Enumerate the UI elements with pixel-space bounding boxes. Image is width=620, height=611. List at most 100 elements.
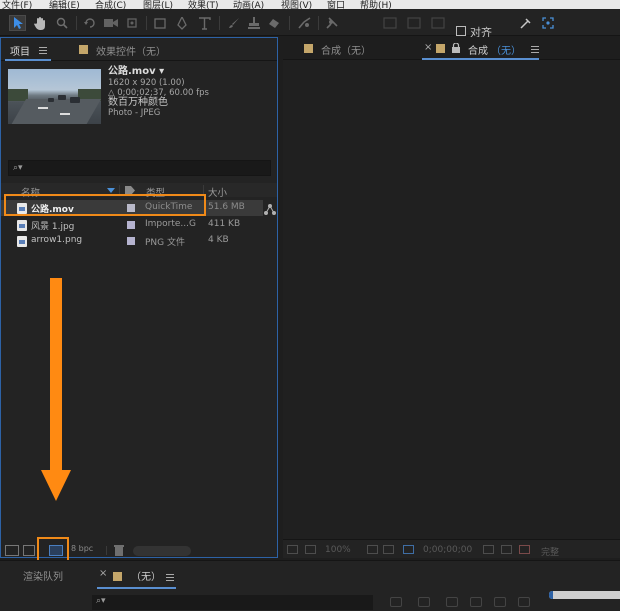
fit-icon[interactable] — [367, 545, 378, 554]
project-panel-tabs: 项目 效果控件（无） — [1, 38, 277, 61]
label-color-swatch[interactable] — [127, 221, 135, 229]
frame-blending-icon[interactable] — [470, 597, 482, 607]
menu-edit[interactable]: 编辑(E) — [49, 0, 80, 9]
align-checkbox[interactable] — [456, 26, 466, 36]
tab-timeline-none[interactable]: （无） — [131, 568, 161, 583]
bit-depth-button[interactable]: 8 bpc — [71, 544, 101, 557]
menu-layer[interactable]: 图层(L) — [143, 0, 173, 9]
rotate-tool-icon[interactable] — [82, 15, 98, 31]
snapping-icon[interactable] — [518, 15, 534, 31]
snapshot-icon[interactable] — [483, 545, 494, 554]
pan-behind-tool-icon[interactable] — [124, 15, 140, 31]
view-axis-mode-icon[interactable] — [428, 15, 448, 31]
menu-file[interactable]: 文件(F) — [2, 0, 32, 9]
graph-editor-icon[interactable] — [518, 597, 530, 607]
toolbar: 对齐 — [0, 9, 620, 39]
toolbar-divider — [318, 16, 319, 30]
project-item-row[interactable]: arrow1.png PNG 文件 4 KB — [1, 233, 263, 249]
selection-tool-icon[interactable] — [9, 15, 26, 31]
composition-panel: 合成（无） × 合成 （无） 100% 0;00;00;00 完整 — [283, 37, 620, 558]
timeline-zoom-slider[interactable] — [549, 591, 620, 599]
item-size: 411 KB — [208, 219, 241, 229]
tab-project[interactable]: 项目 — [10, 43, 30, 58]
item-name: arrow1.png — [31, 235, 83, 245]
new-folder-icon[interactable] — [23, 545, 35, 556]
show-snapshot-icon[interactable] — [501, 545, 512, 554]
item-size: 51.6 MB — [208, 202, 245, 212]
thumbnail-car — [70, 97, 80, 103]
image-file-icon — [17, 220, 27, 231]
world-axis-mode-icon[interactable] — [404, 15, 424, 31]
local-axis-mode-icon[interactable] — [380, 15, 400, 31]
thumbnail-size-slider[interactable] — [133, 546, 191, 556]
bottom-divider — [106, 546, 107, 555]
rectangle-tool-icon[interactable] — [152, 15, 168, 31]
panel-menu-icon[interactable] — [39, 47, 47, 54]
snapping-options-icon[interactable] — [540, 15, 556, 31]
composition-viewer[interactable] — [283, 60, 620, 539]
clone-stamp-tool-icon[interactable] — [246, 15, 262, 31]
project-search-input[interactable]: ⌕▾ — [8, 160, 271, 176]
brush-tool-icon[interactable] — [226, 15, 242, 31]
camera-tool-icon[interactable] — [102, 15, 120, 31]
menu-bar: 文件(F) 编辑(E) 合成(C) 图层(L) 效果(T) 动画(A) 视图(V… — [0, 0, 620, 9]
panel-menu-icon[interactable] — [166, 574, 174, 581]
tab-render-queue[interactable]: 渲染队列 — [23, 568, 63, 583]
thumbnail-car — [48, 98, 54, 102]
hide-shy-layers-icon[interactable] — [446, 597, 458, 607]
comp-color-swatch — [304, 44, 313, 53]
timecode-display[interactable]: 0;00;00;00 — [423, 545, 472, 555]
tab-close-button[interactable]: × — [424, 42, 432, 53]
pen-tool-icon[interactable] — [174, 15, 190, 31]
project-item-row[interactable]: 风景 1.jpg Importe...G 411 KB — [1, 217, 263, 233]
comp-mini-flowchart-icon[interactable] — [390, 597, 402, 607]
grid-icon[interactable] — [383, 545, 394, 554]
menu-animation[interactable]: 动画(A) — [233, 0, 264, 9]
puppet-pin-tool-icon[interactable] — [324, 15, 340, 31]
hand-tool-icon[interactable] — [32, 15, 48, 31]
eraser-tool-icon[interactable] — [266, 15, 282, 31]
zoom-dropdown[interactable]: 100% — [325, 545, 351, 555]
region-of-interest-icon[interactable] — [403, 545, 414, 554]
menu-view[interactable]: 视图(V) — [281, 0, 312, 9]
panel-menu-icon[interactable] — [531, 46, 539, 53]
flowchart-icon[interactable] — [264, 204, 276, 215]
tab-effect-controls[interactable]: 效果控件（无） — [96, 43, 166, 58]
monitor-icon[interactable] — [305, 545, 316, 554]
lock-icon[interactable] — [452, 43, 460, 53]
always-preview-icon[interactable] — [287, 545, 298, 554]
menu-effect[interactable]: 效果(T) — [188, 0, 219, 9]
label-color-swatch[interactable] — [127, 237, 135, 245]
menu-help[interactable]: 帮助(H) — [360, 0, 392, 9]
menu-composition[interactable]: 合成(C) — [95, 0, 126, 9]
footage-info: 公路.mov ▾ 1620 x 920 (1.00) △ 0;00;02;37,… — [108, 67, 209, 119]
draft-3d-icon[interactable] — [418, 597, 430, 607]
color-channels-icon[interactable] — [519, 545, 530, 554]
annotation-arrow-shaft — [50, 278, 62, 472]
tab-composition-none[interactable]: 合成（无） — [321, 42, 371, 57]
comp-color-swatch — [436, 44, 445, 53]
toolbar-divider — [76, 16, 77, 30]
column-size[interactable]: 大小 — [208, 185, 227, 199]
item-size: 4 KB — [208, 235, 229, 245]
timeline-panel: 渲染队列 × （无） ⌕▾ — [0, 560, 620, 611]
interpret-footage-icon[interactable] — [5, 545, 19, 556]
trash-icon[interactable] — [114, 545, 124, 556]
search-icon[interactable]: ⌕▾ — [96, 596, 106, 606]
text-tool-icon[interactable] — [196, 15, 214, 31]
search-icon[interactable]: ⌕▾ — [13, 163, 23, 173]
zoom-tool-icon[interactable] — [54, 15, 70, 31]
resolution-dropdown[interactable]: 完整 — [541, 545, 559, 558]
tab-close-button[interactable]: × — [99, 568, 107, 579]
item-name: 风景 1.jpg — [31, 222, 75, 232]
motion-blur-icon[interactable] — [494, 597, 506, 607]
timeline-search-input[interactable]: ⌕▾ — [92, 595, 373, 610]
roto-brush-tool-icon[interactable] — [296, 15, 314, 31]
sort-arrow-icon[interactable] — [107, 188, 115, 193]
item-type: PNG 文件 — [145, 238, 185, 248]
tab-composition-active[interactable]: 合成 — [468, 42, 488, 57]
composition-panel-tabs: 合成（无） × 合成 （无） — [283, 37, 620, 60]
thumbnail-lane-mark — [38, 107, 48, 109]
footage-name[interactable]: 公路.mov ▾ — [108, 67, 209, 77]
menu-window[interactable]: 窗口 — [327, 0, 345, 9]
